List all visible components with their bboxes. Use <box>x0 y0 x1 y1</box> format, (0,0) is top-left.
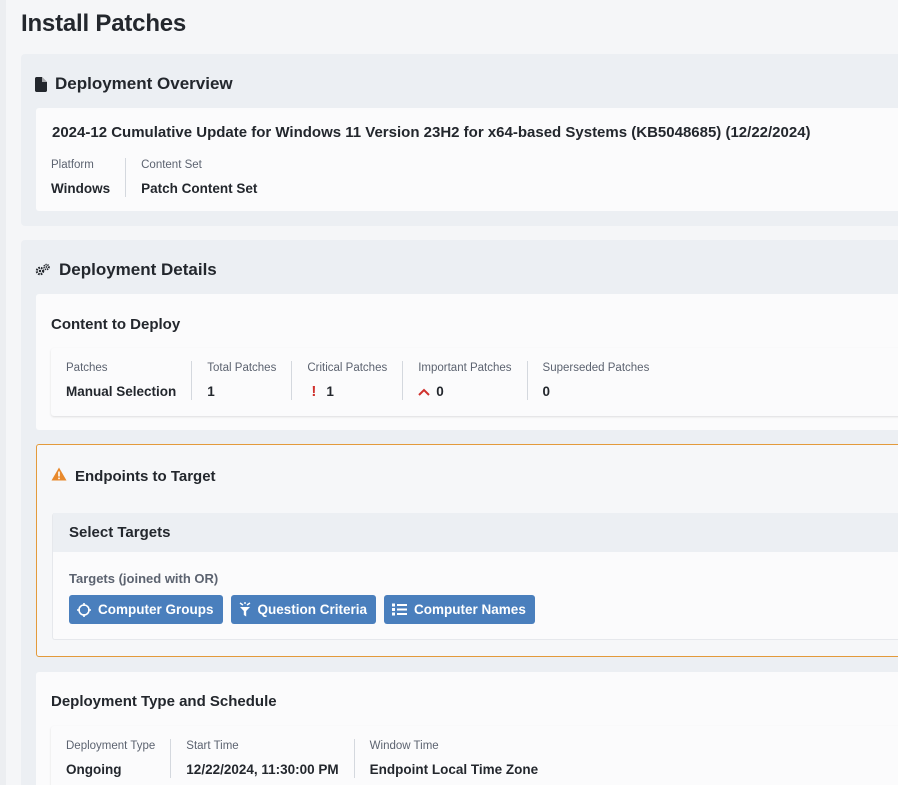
filter-icon <box>239 602 251 617</box>
deployment-overview-section: Deployment Overview 2024-12 Cumulative U… <box>21 54 898 226</box>
field-label: Content Set <box>141 159 202 171</box>
deployment-details-title: Deployment Details <box>59 260 217 279</box>
patches-field: Patches Manual Selection <box>66 361 191 400</box>
important-patches-field: Important Patches 0 <box>402 361 526 400</box>
deployment-overview-header: Deployment Overview <box>35 74 233 94</box>
critical-patches-field: Critical Patches ! 1 <box>291 361 402 400</box>
deployment-overview-title: Deployment Overview <box>55 74 233 93</box>
exclamation-icon: ! <box>311 383 317 400</box>
gears-icon <box>35 263 51 277</box>
button-label: Computer Groups <box>98 602 214 617</box>
field-value: Manual Selection <box>66 384 177 399</box>
schedule-card: Deployment Type and Schedule Deployment … <box>36 672 898 785</box>
field-value: 0 <box>542 384 551 399</box>
platform-field: Platform Windows <box>51 158 125 197</box>
overview-card: 2024-12 Cumulative Update for Windows 11… <box>36 108 898 211</box>
field-value: Patch Content Set <box>141 181 258 196</box>
field-value: Endpoint Local Time Zone <box>369 762 539 777</box>
select-targets-header: Select Targets <box>53 513 898 552</box>
warning-triangle-icon <box>51 467 67 485</box>
document-icon <box>35 76 47 92</box>
deployment-details-header: Deployment Details <box>35 260 217 280</box>
field-label: Start Time <box>186 740 239 752</box>
field-value: 12/22/2024, 11:30:00 PM <box>186 762 339 777</box>
field-label: Total Patches <box>207 362 277 374</box>
left-rail <box>0 0 6 785</box>
select-targets-title: Select Targets <box>69 524 171 541</box>
select-targets-panel: Select Targets Targets (joined with OR) … <box>52 513 898 640</box>
patch-title: 2024-12 Cumulative Update for Windows 11… <box>52 124 811 141</box>
field-value: ! 1 <box>307 384 387 400</box>
endpoints-header: Endpoints to Target <box>51 467 216 485</box>
start-time-field: Start Time 12/22/2024, 11:30:00 PM <box>170 739 353 778</box>
field-label: Deployment Type <box>66 740 156 752</box>
field-value: Windows <box>51 181 111 196</box>
field-value: 0 <box>418 384 511 400</box>
page-title: Install Patches <box>21 10 187 37</box>
content-set-field: Content Set Patch Content Set <box>125 158 272 197</box>
content-fields-card: Patches Manual Selection Total Patches 1… <box>51 348 898 416</box>
window-time-field: Window Time Endpoint Local Time Zone <box>353 739 554 778</box>
target-buttons: Computer Groups Question Criteria Comput… <box>69 595 535 624</box>
content-to-deploy-title: Content to Deploy <box>51 316 181 333</box>
schedule-title: Deployment Type and Schedule <box>51 693 277 710</box>
question-criteria-button[interactable]: Question Criteria <box>230 595 377 624</box>
field-value: Ongoing <box>66 762 122 777</box>
targets-joined-label: Targets (joined with OR) <box>69 571 219 586</box>
computer-groups-button[interactable]: Computer Groups <box>69 595 223 624</box>
field-label: Platform <box>51 159 94 171</box>
field-label: Important Patches <box>418 362 512 374</box>
content-to-deploy-card: Content to Deploy Patches Manual Selecti… <box>36 294 898 430</box>
field-label: Critical Patches <box>307 362 388 374</box>
field-value: 1 <box>207 384 215 399</box>
field-label: Patches <box>66 362 108 374</box>
critical-count: 1 <box>326 384 334 399</box>
endpoints-to-target-box: Endpoints to Target Select Targets Targe… <box>36 444 898 657</box>
button-label: Computer Names <box>414 602 526 617</box>
list-icon <box>392 603 408 616</box>
deployment-type-field: Deployment Type Ongoing <box>66 739 170 778</box>
schedule-fields-card: Deployment Type Ongoing Start Time 12/22… <box>51 726 898 785</box>
button-label: Question Criteria <box>257 602 368 617</box>
chevron-up-icon <box>418 384 430 400</box>
field-label: Window Time <box>369 740 439 752</box>
important-count: 0 <box>436 384 444 399</box>
superseded-patches-field: Superseded Patches 0 <box>526 361 665 400</box>
field-label: Superseded Patches <box>542 362 650 374</box>
endpoints-title: Endpoints to Target <box>75 467 216 485</box>
computer-names-button[interactable]: Computer Names <box>384 595 535 624</box>
crosshair-icon <box>77 602 91 617</box>
total-patches-field: Total Patches 1 <box>191 361 291 400</box>
